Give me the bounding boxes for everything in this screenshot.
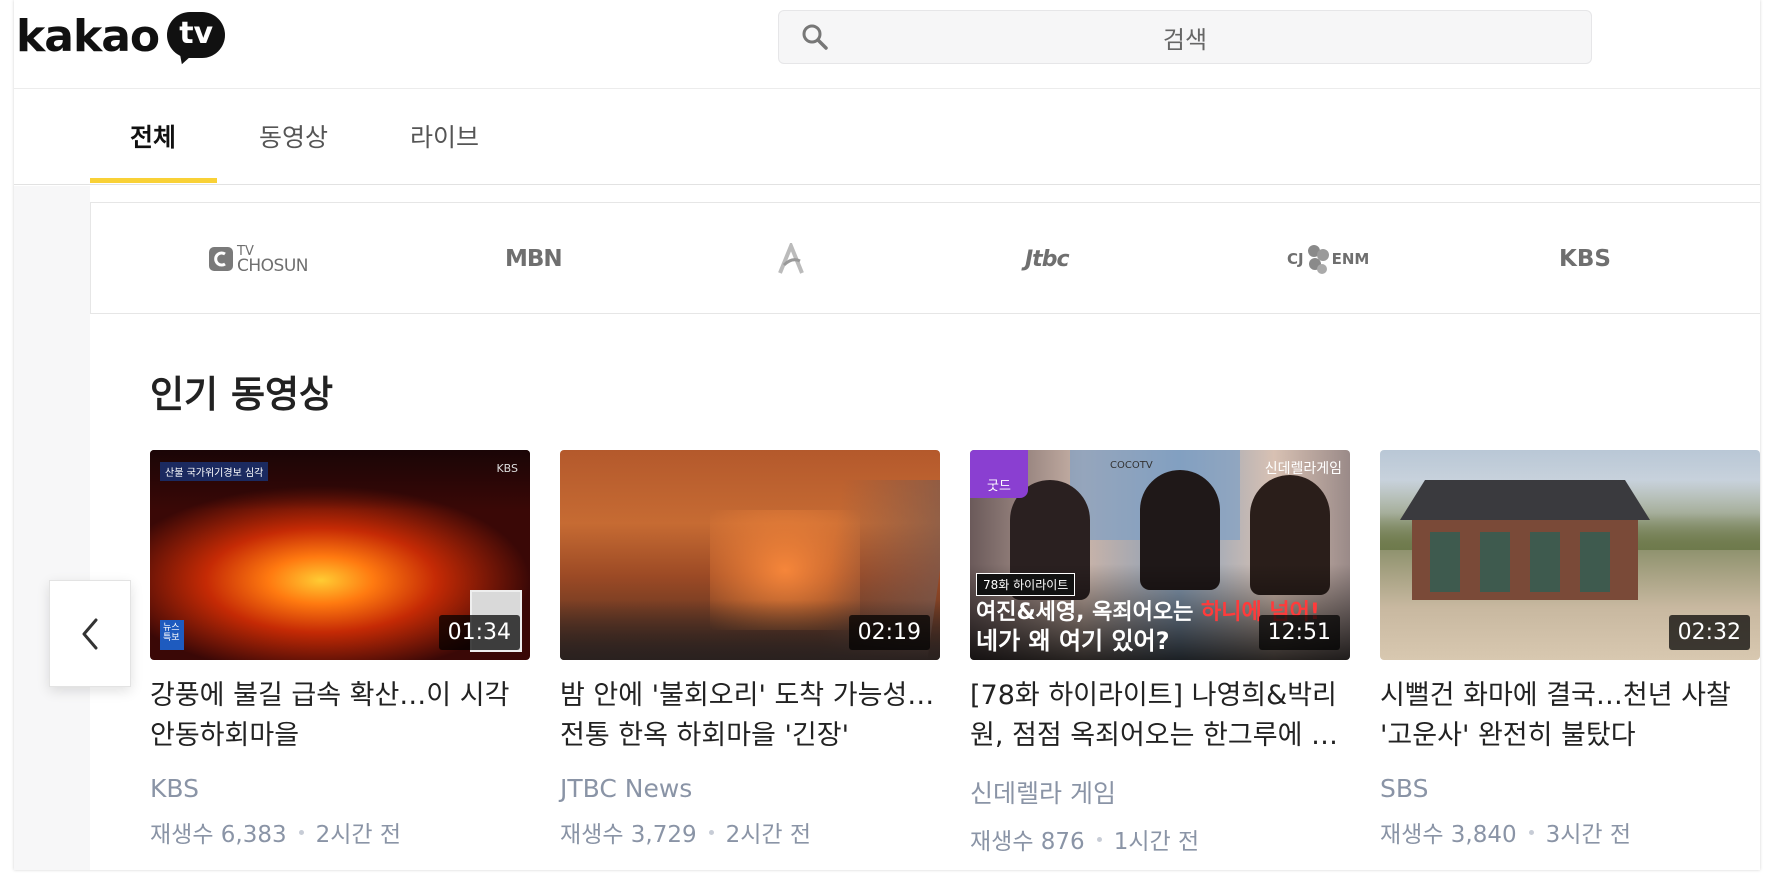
broadcaster-kbs[interactable]: KBS: [1559, 241, 1611, 277]
view-count: 재생수 6,383: [150, 822, 287, 848]
upload-time: 2시간 전: [725, 822, 812, 848]
upload-time: 3시간 전: [1545, 822, 1632, 848]
logo-badge: tv: [179, 16, 214, 51]
upload-time: 2시간 전: [315, 822, 402, 848]
broadcaster-tvchosun[interactable]: TV CHOSUN: [208, 241, 309, 277]
tab-videos[interactable]: 동영상: [259, 118, 328, 154]
show-title-overlay: 신데렐라게임: [1264, 461, 1342, 477]
active-tab-indicator: [90, 178, 217, 183]
video-duration: 02:19: [848, 615, 930, 650]
tab-live[interactable]: 라이브: [410, 118, 479, 154]
broadcaster-channel-a[interactable]: [776, 241, 806, 277]
chevron-left-icon: [82, 618, 98, 649]
video-thumbnail-3[interactable]: 굿드 COCOTV 신데렐라게임 78화 하이라이트 여진&세영, 옥죄어오는 …: [970, 450, 1350, 660]
section-title: 인기 동영상: [150, 373, 334, 416]
view-count: 재생수 3,840: [1380, 822, 1517, 848]
news-badge: 뉴스특보: [160, 620, 184, 650]
video-title[interactable]: [78화 하이라이트] 나영희&박리원, 점점 옥죄어오는 한그루에 긴장: [970, 676, 1350, 756]
cj-logo-right: ENM: [1331, 250, 1370, 268]
overlay-line-2: 네가 왜 여기 있어?: [976, 627, 1170, 655]
video-channel[interactable]: JTBC News: [560, 774, 940, 803]
search-placeholder: 검색: [1162, 25, 1208, 54]
tvchosun-logo-icon: [209, 247, 233, 271]
video-thumbnail-2[interactable]: 02:19: [560, 450, 940, 660]
page-frame: kakao tv 검색 전체 동영상 라이브 TV CHOSUN MBN Jtb…: [14, 0, 1760, 870]
channel-a-logo-icon: [778, 243, 804, 274]
broadcaster-jtbc[interactable]: Jtbc: [1025, 241, 1069, 277]
video-card-2[interactable]: 02:19 밤 안에 '불회오리' 도착 가능성… 전통 한옥 하회마을 '긴장…: [560, 450, 940, 849]
view-count: 재생수 3,729: [560, 822, 697, 848]
sticker-badge: 굿드: [970, 450, 1028, 498]
left-gutter: [14, 186, 90, 870]
video-meta: 재생수 876 1시간 전: [970, 822, 1350, 856]
video-duration: 12:51: [1258, 615, 1340, 650]
thumb-corner-logo: KBS: [496, 462, 518, 475]
broadcaster-cj-enm[interactable]: CJ ENM: [1287, 241, 1369, 277]
video-meta: 재생수 6,383 2시간 전: [150, 815, 530, 849]
cj-logo-left: CJ: [1287, 250, 1304, 268]
video-meta: 재생수 3,840 3시간 전: [1380, 815, 1760, 849]
upload-time: 1시간 전: [1113, 829, 1200, 855]
video-card-1[interactable]: 산불 국가위기경보 심각 KBS 뉴스특보 01:34 강풍에 불길 급속 확산…: [150, 450, 530, 849]
video-title[interactable]: 시뻘건 화마에 결국…천년 사찰 '고운사' 완전히 불탔다: [1380, 676, 1760, 756]
carousel-prev-button[interactable]: [49, 580, 131, 687]
broadcaster-mbn[interactable]: MBN: [505, 241, 563, 277]
video-card-4[interactable]: 02:32 시뻘건 화마에 결국…천년 사찰 '고운사' 완전히 불탔다 SBS…: [1380, 450, 1760, 849]
meta-separator: [708, 829, 714, 835]
highlight-tag: 78화 하이라이트: [976, 573, 1076, 596]
video-duration: 02:32: [1668, 615, 1750, 650]
video-title[interactable]: 강풍에 불길 급속 확산…이 시각 안동하회마을: [150, 676, 530, 756]
video-duration: 01:34: [438, 615, 520, 650]
mbn-logo: MBN: [505, 246, 563, 272]
video-thumbnail-1[interactable]: 산불 국가위기경보 심각 KBS 뉴스특보 01:34: [150, 450, 530, 660]
tab-all[interactable]: 전체: [130, 118, 176, 154]
video-channel[interactable]: 신데렐라 게임: [970, 774, 1350, 810]
jtbc-logo: Jtbc: [1025, 246, 1069, 272]
logo-bubble-icon: tv: [167, 12, 226, 67]
cj-flower-icon: [1307, 245, 1329, 274]
kbs-logo: KBS: [1559, 246, 1611, 272]
meta-separator: [1528, 829, 1534, 835]
video-channel[interactable]: SBS: [1380, 774, 1760, 803]
tab-bar: 전체 동영상 라이브: [14, 90, 1760, 185]
kakao-tv-logo[interactable]: kakao tv: [16, 6, 226, 67]
logo-text: kakao: [16, 10, 160, 62]
video-meta: 재생수 3,729 2시간 전: [560, 815, 940, 849]
video-thumbnail-4[interactable]: 02:32: [1380, 450, 1760, 660]
brand-text: COCOTV: [1110, 460, 1153, 471]
header: kakao tv 검색: [14, 0, 1760, 89]
video-card-3[interactable]: 굿드 COCOTV 신데렐라게임 78화 하이라이트 여진&세영, 옥죄어오는 …: [970, 450, 1350, 856]
meta-separator: [298, 829, 304, 835]
video-title[interactable]: 밤 안에 '불회오리' 도착 가능성… 전통 한옥 하회마을 '긴장': [560, 676, 940, 756]
view-count: 재생수 876: [970, 829, 1085, 855]
search-icon: [802, 24, 828, 50]
video-channel[interactable]: KBS: [150, 774, 530, 803]
tvchosun-bottom: CHOSUN: [237, 256, 309, 276]
meta-separator: [1096, 836, 1102, 842]
search-bar[interactable]: 검색: [778, 10, 1592, 64]
broadcaster-row: TV CHOSUN MBN Jtbc CJ ENM KBS: [90, 202, 1760, 314]
thumb-caption: 산불 국가위기경보 심각: [160, 462, 269, 481]
